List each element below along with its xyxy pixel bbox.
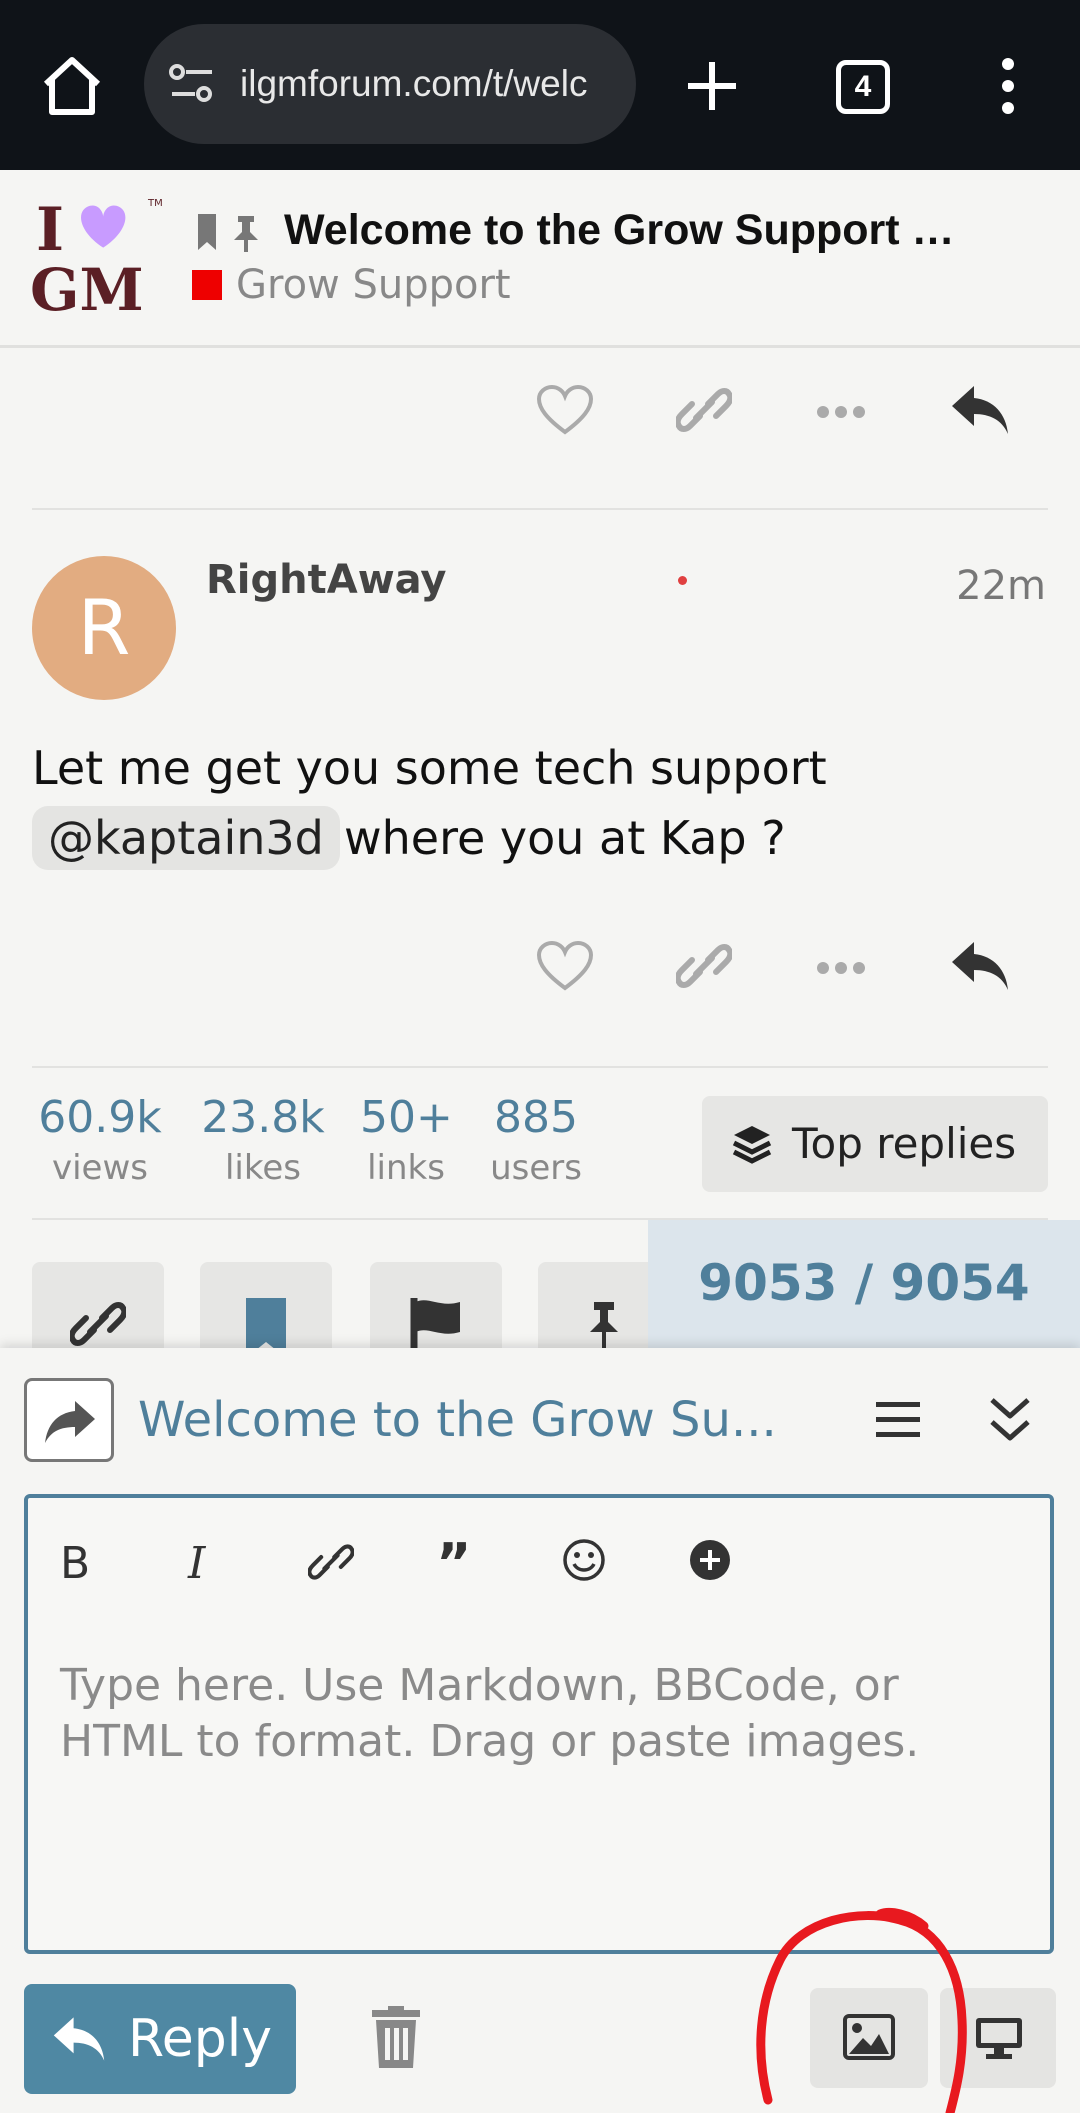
link-icon[interactable] bbox=[676, 940, 732, 992]
stat-value: 23.8k bbox=[201, 1092, 325, 1143]
link-icon bbox=[70, 1302, 126, 1346]
link-icon[interactable] bbox=[676, 384, 732, 436]
divider bbox=[32, 508, 1048, 510]
post-body-line: Let me get you some tech support bbox=[32, 741, 827, 795]
top-replies-label: Top replies bbox=[792, 1119, 1017, 1168]
ellipsis-icon[interactable] bbox=[816, 940, 866, 992]
link-icon[interactable] bbox=[308, 1538, 354, 1586]
heart-icon[interactable] bbox=[536, 940, 594, 992]
post-actions-previous bbox=[520, 384, 1040, 464]
online-indicator bbox=[678, 576, 687, 585]
composer-editor[interactable]: B I ” Type here. Use Markdown, BBCode, o… bbox=[24, 1494, 1054, 1954]
pin-icon bbox=[234, 216, 258, 252]
divider bbox=[32, 1066, 1048, 1068]
layers-icon bbox=[732, 1126, 772, 1164]
svg-text:TM: TM bbox=[147, 198, 163, 209]
reply-icon[interactable] bbox=[950, 940, 1010, 992]
reply-composer: Welcome to the Grow Su... B I ” Type her… bbox=[0, 1348, 1080, 2113]
stat-value: 50+ bbox=[360, 1092, 453, 1143]
post-body-line: where you at Kap ? bbox=[344, 811, 786, 865]
bold-icon[interactable]: B bbox=[58, 1538, 98, 1586]
post-username[interactable]: RightAway bbox=[206, 552, 447, 608]
stat-likes: 23.8k likes bbox=[198, 1090, 328, 1190]
svg-text:”: ” bbox=[436, 1538, 472, 1586]
more-vert-icon[interactable] bbox=[998, 56, 1018, 116]
plus-icon[interactable] bbox=[684, 58, 740, 114]
stat-value: 885 bbox=[494, 1092, 578, 1143]
collapse-icon[interactable] bbox=[986, 1394, 1034, 1446]
add-circle-icon[interactable] bbox=[688, 1538, 732, 1582]
bookmark-icon bbox=[198, 214, 216, 250]
svg-text:I: I bbox=[36, 195, 64, 265]
home-icon[interactable] bbox=[38, 52, 106, 120]
stat-label: users bbox=[490, 1148, 582, 1188]
top-replies-button[interactable]: Top replies bbox=[702, 1096, 1048, 1192]
quote-icon[interactable]: ” bbox=[436, 1538, 478, 1586]
url-text[interactable]: ilgmforum.com/t/welc bbox=[240, 60, 620, 108]
stat-views: 60.9k views bbox=[34, 1090, 166, 1190]
user-mention[interactable]: @kaptain3d bbox=[32, 806, 340, 870]
post-actions bbox=[520, 940, 1040, 1020]
toggle-preview-button[interactable] bbox=[940, 1988, 1056, 2088]
menu-icon[interactable] bbox=[874, 1400, 922, 1440]
progress-counter: 9053 / 9054 bbox=[698, 1254, 1030, 1312]
category-link[interactable]: Grow Support bbox=[236, 260, 511, 310]
heart-icon[interactable] bbox=[536, 384, 594, 436]
emoji-icon[interactable] bbox=[562, 1538, 606, 1582]
address-bar[interactable]: ilgmforum.com/t/welc bbox=[144, 24, 636, 144]
desktop-icon bbox=[976, 2018, 1022, 2059]
reply-icon bbox=[53, 2017, 105, 2061]
composer-placeholder[interactable]: Type here. Use Markdown, BBCode, or HTML… bbox=[60, 1658, 1020, 1770]
site-logo[interactable]: I TM GM bbox=[28, 192, 168, 316]
reply-button[interactable]: Reply bbox=[24, 1984, 296, 2094]
post-timestamp[interactable]: 22m bbox=[956, 558, 1046, 614]
reply-icon[interactable] bbox=[950, 384, 1010, 436]
stat-label: likes bbox=[224, 1148, 301, 1188]
category-color-badge bbox=[192, 270, 222, 300]
reply-button-label: Reply bbox=[128, 2009, 273, 2069]
italic-icon[interactable]: I bbox=[184, 1538, 224, 1586]
image-icon bbox=[843, 2014, 895, 2060]
avatar[interactable]: R bbox=[32, 556, 176, 700]
ellipsis-icon[interactable] bbox=[816, 384, 866, 436]
composer-action-button[interactable] bbox=[24, 1378, 114, 1462]
share-icon bbox=[45, 1401, 95, 1443]
svg-text:GM: GM bbox=[30, 256, 144, 316]
svg-text:B: B bbox=[60, 1538, 90, 1586]
upload-image-button[interactable] bbox=[810, 1988, 928, 2088]
stat-label: links bbox=[367, 1148, 445, 1188]
browser-toolbar: ilgmforum.com/t/welc 4 bbox=[0, 0, 1080, 170]
composer-reply-title[interactable]: Welcome to the Grow Su... bbox=[138, 1388, 778, 1452]
tune-icon[interactable] bbox=[168, 62, 216, 106]
trash-icon[interactable] bbox=[370, 2006, 422, 2070]
svg-text:I: I bbox=[187, 1538, 207, 1586]
tab-switcher-button[interactable]: 4 bbox=[836, 60, 890, 114]
header-status-icons bbox=[198, 214, 258, 252]
topic-title[interactable]: Welcome to the Grow Support … bbox=[284, 200, 984, 260]
topic-progress[interactable]: 9053 / 9054 bbox=[648, 1220, 1080, 1350]
stat-value: 60.9k bbox=[38, 1092, 162, 1143]
topic-header: I TM GM Welcome to the Grow Support … Gr… bbox=[0, 170, 1080, 348]
stat-links[interactable]: 50+ links bbox=[360, 1090, 453, 1190]
stat-label: views bbox=[51, 1148, 148, 1188]
stat-users: 885 users bbox=[484, 1090, 588, 1190]
